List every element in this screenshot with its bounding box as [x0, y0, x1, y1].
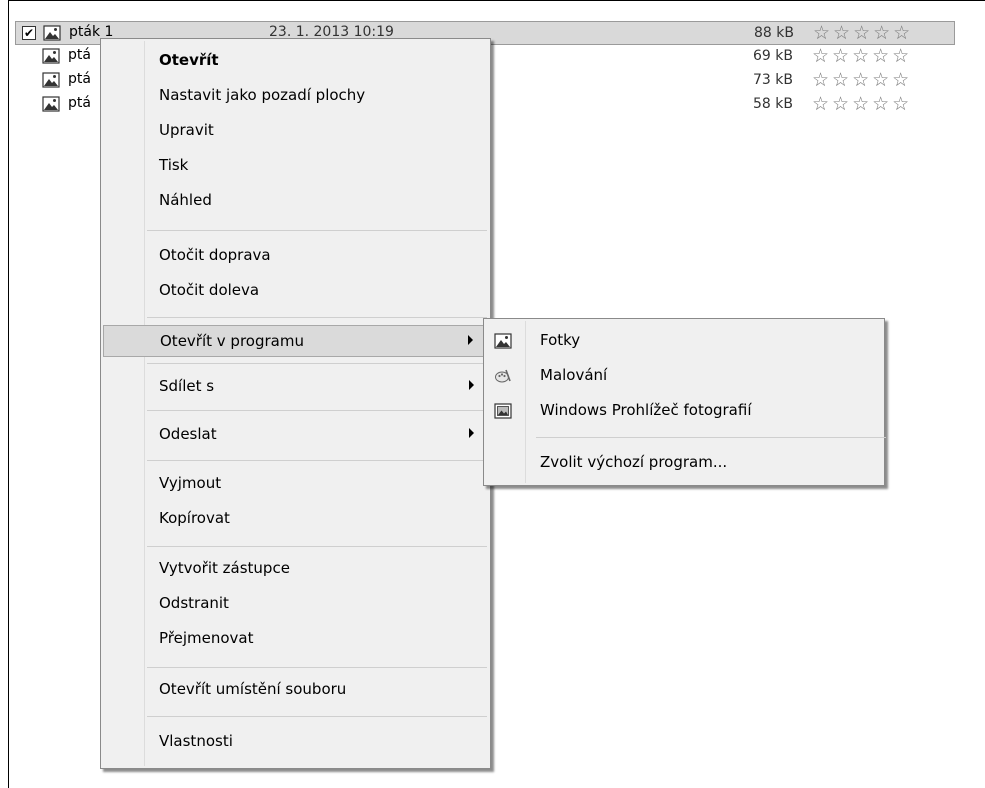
paint-palette-icon	[495, 369, 511, 383]
file-size: 73 kB	[753, 72, 793, 88]
menu-separator	[147, 363, 487, 364]
menu-item-label: Odstranit	[159, 594, 229, 612]
menu-item-label: Otevřít	[159, 51, 219, 69]
image-file-icon	[42, 72, 60, 88]
menu-item-label: Otevřít umístění souboru	[159, 680, 347, 698]
menu-item-print[interactable]: Tisk	[103, 150, 488, 182]
menu-item-open-with[interactable]: Otevřít v programu	[103, 325, 488, 357]
menu-item-copy[interactable]: Kopírovat	[103, 503, 488, 535]
menu-item-label: Fotky	[540, 331, 581, 349]
image-file-icon	[42, 96, 60, 112]
menu-separator	[147, 230, 487, 231]
rating-stars[interactable]: ☆☆☆☆☆	[813, 22, 913, 44]
menu-item-label: Tisk	[159, 156, 189, 174]
menu-item-label: Upravit	[159, 121, 214, 139]
submenu-item-photo-viewer[interactable]: Windows Prohlížeč fotografií	[486, 395, 882, 427]
menu-item-create-shortcut[interactable]: Vytvořit zástupce	[103, 553, 488, 585]
menu-item-share-with[interactable]: Sdílet s	[103, 371, 488, 403]
menu-item-send-to[interactable]: Odeslat	[103, 419, 488, 451]
rating-stars[interactable]: ☆☆☆☆☆	[812, 45, 912, 67]
menu-item-rename[interactable]: Přejmenovat	[103, 623, 488, 655]
file-name: ptá	[68, 95, 91, 111]
menu-item-label: Otočit doprava	[159, 246, 271, 264]
menu-item-label: Nastavit jako pozadí plochy	[159, 86, 366, 104]
menu-item-label: Kopírovat	[159, 509, 230, 527]
file-size: 69 kB	[753, 48, 793, 64]
submenu-item-paint[interactable]: Malování	[486, 360, 882, 392]
row-checkbox[interactable]: ✔	[22, 26, 36, 40]
photos-app-icon	[494, 333, 512, 349]
menu-separator	[147, 460, 487, 461]
file-name: ptá	[68, 71, 91, 87]
image-file-icon	[43, 25, 61, 41]
submenu-item-photos[interactable]: Fotky	[486, 325, 882, 357]
menu-separator	[536, 437, 886, 438]
submenu-arrow-icon	[469, 428, 474, 438]
menu-separator	[147, 410, 487, 411]
menu-item-label: Malování	[540, 366, 608, 384]
photo-viewer-icon	[494, 403, 512, 419]
menu-item-open[interactable]: Otevřít	[103, 45, 488, 77]
file-size: 88 kB	[754, 25, 794, 41]
menu-item-label: Přejmenovat	[159, 629, 254, 647]
image-file-icon	[42, 48, 60, 64]
file-name: ptá	[68, 47, 91, 63]
submenu-arrow-icon	[469, 380, 474, 390]
menu-item-properties[interactable]: Vlastnosti	[103, 726, 488, 758]
menu-separator	[147, 317, 487, 318]
menu-item-label: Zvolit výchozí program...	[540, 453, 728, 471]
submenu-item-choose-default-program[interactable]: Zvolit výchozí program...	[486, 447, 882, 479]
menu-item-rotate-left[interactable]: Otočit doleva	[103, 275, 488, 307]
menu-item-edit[interactable]: Upravit	[103, 115, 488, 147]
menu-item-label: Vyjmout	[159, 474, 222, 492]
menu-item-label: Náhled	[159, 191, 212, 209]
open-with-submenu: Fotky Malování Windows Prohlížeč fotogra…	[483, 318, 886, 486]
menu-item-label: Otočit doleva	[159, 281, 260, 299]
submenu-arrow-icon	[468, 335, 473, 345]
context-menu: Otevřít Nastavit jako pozadí plochy Upra…	[100, 38, 491, 769]
menu-item-label: Windows Prohlížeč fotografií	[540, 401, 752, 419]
menu-item-label: Otevřít v programu	[160, 332, 304, 350]
menu-separator	[147, 667, 487, 668]
menu-item-label: Odeslat	[159, 425, 217, 443]
menu-separator	[147, 716, 487, 717]
menu-item-open-file-location[interactable]: Otevřít umístění souboru	[103, 674, 488, 706]
menu-separator	[147, 546, 487, 547]
menu-item-label: Vlastnosti	[159, 732, 233, 750]
menu-item-label: Sdílet s	[159, 377, 215, 395]
menu-item-preview[interactable]: Náhled	[103, 185, 488, 217]
menu-item-cut[interactable]: Vyjmout	[103, 468, 488, 500]
file-size: 58 kB	[753, 96, 793, 112]
window-top-border	[8, 0, 985, 1]
menu-item-set-desktop-background[interactable]: Nastavit jako pozadí plochy	[103, 80, 488, 112]
menu-item-delete[interactable]: Odstranit	[103, 588, 488, 620]
menu-item-rotate-right[interactable]: Otočit doprava	[103, 240, 488, 272]
menu-item-label: Vytvořit zástupce	[159, 559, 290, 577]
rating-stars[interactable]: ☆☆☆☆☆	[812, 69, 912, 91]
rating-stars[interactable]: ☆☆☆☆☆	[812, 93, 912, 115]
window-left-border	[8, 0, 9, 788]
